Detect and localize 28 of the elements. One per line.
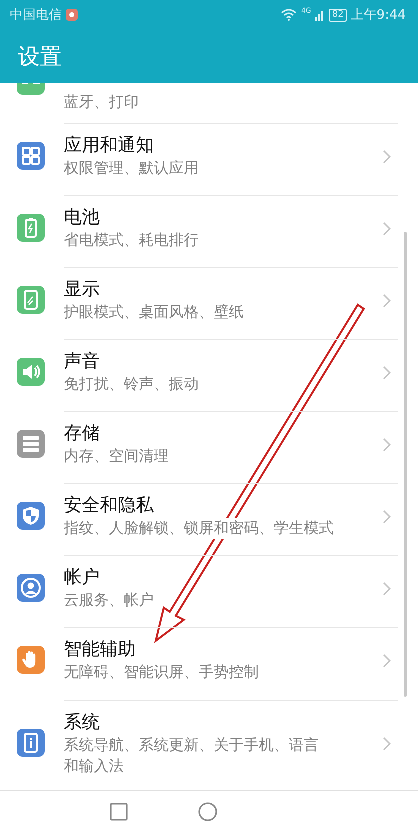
settings-item[interactable]: 帐户 云服务、帐户 [0, 552, 418, 624]
carrier-name: 中国电信 [10, 7, 62, 24]
wifi-icon [281, 9, 298, 21]
chevron-icon [382, 508, 392, 524]
home-icon[interactable] [198, 802, 218, 822]
chevron-icon [382, 292, 392, 308]
settings-item[interactable]: 存储 内存、空间清理 [0, 408, 418, 480]
settings-item[interactable]: 应用和通知 权限管理、默认应用 [0, 120, 418, 192]
chevron-icon [382, 436, 392, 452]
chevron-icon [382, 148, 392, 164]
page-title: 设置 [18, 44, 62, 72]
recents-icon[interactable] [110, 802, 128, 820]
chevron-icon [382, 220, 392, 236]
settings-item[interactable]: 智能辅助 无障碍、智能识屏、手势控制 [0, 624, 418, 696]
settings-item[interactable]: 显示 护眼模式、桌面风格、壁纸 [0, 264, 418, 336]
chevron-icon [382, 364, 392, 380]
notification-icon [66, 9, 78, 21]
settings-item[interactable]: 声音 免打扰、铃声、振动 [0, 336, 418, 408]
clock-time: 上午9:44 [350, 7, 406, 24]
settings-item[interactable]: 电池 省电模式、耗电排行 [0, 192, 418, 264]
setting-subtitle: 指纹、人脸解锁、锁屏和密码、学生模式 [64, 518, 334, 539]
chevron-icon [382, 736, 392, 752]
signal-icon [315, 9, 326, 21]
battery-level: 82 [329, 8, 347, 22]
settings-item[interactable]: 系统 系统导航、系统更新、关于手机、语言和输入法 [0, 696, 418, 790]
chevron-icon [382, 580, 392, 596]
settings-item[interactable]: 安全和隐私 指纹、人脸解锁、锁屏和密码、学生模式 [0, 480, 418, 552]
chevron-icon [382, 652, 392, 668]
